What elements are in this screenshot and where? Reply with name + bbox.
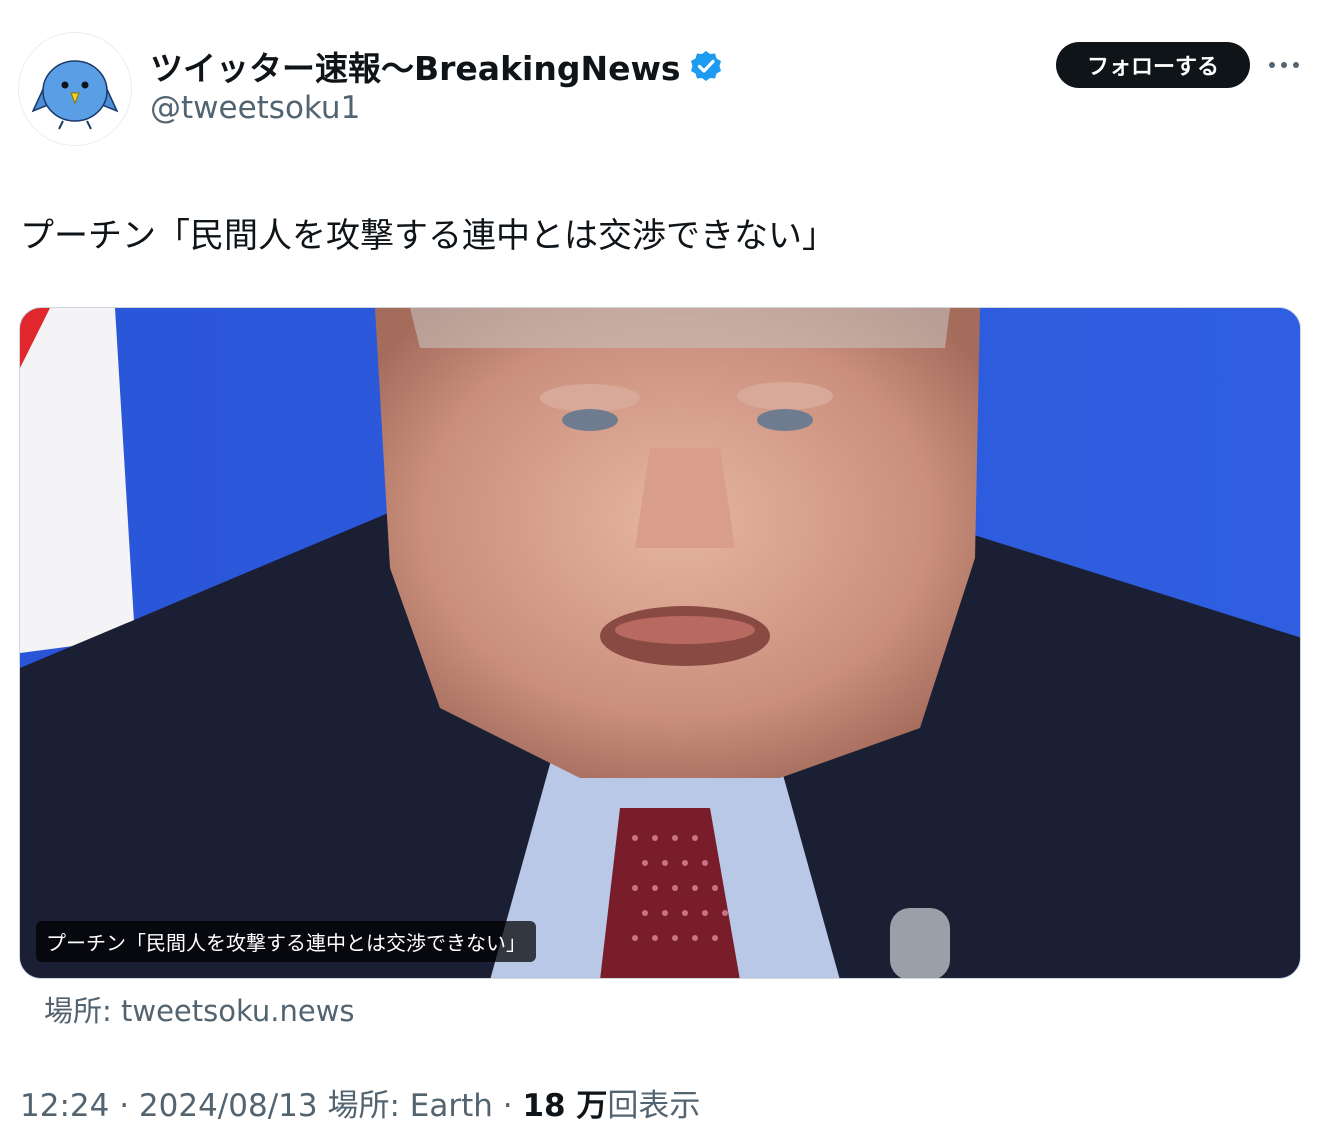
blue-bird-avatar-icon — [19, 33, 131, 145]
views-label: 回表示 — [607, 1088, 701, 1124]
account-handle[interactable]: @tweetsoku1 — [150, 90, 360, 126]
follow-button[interactable]: フォローする — [1056, 42, 1250, 88]
display-name-text: ツイッター速報〜BreakingNews — [150, 49, 681, 88]
tweet-time[interactable]: 12:24 — [20, 1088, 109, 1124]
tweet-text: プーチン「民間人を攻撃する連中とは交渉できない」 — [20, 216, 836, 256]
tweet-meta: 12:24 · 2024/08/13 場所: Earth · 18 万回表示 — [20, 1080, 700, 1125]
card-source-link[interactable]: 場所: tweetsoku.news — [44, 988, 355, 1030]
news-photo — [20, 308, 1300, 978]
tweet-location: 場所: Earth — [317, 1088, 493, 1124]
meta-separator: · — [492, 1088, 523, 1124]
account-avatar[interactable] — [18, 32, 132, 146]
account-display-name[interactable]: ツイッター速報〜BreakingNews — [150, 42, 723, 90]
verified-badge-icon — [689, 49, 723, 83]
views-count[interactable]: 18 万 — [522, 1088, 607, 1124]
media-caption: プーチン「民間人を攻撃する連中とは交渉できない」 — [36, 921, 536, 962]
tweet-date[interactable]: 2024/08/13 — [139, 1088, 318, 1124]
link-card-image[interactable]: プーチン「民間人を攻撃する連中とは交渉できない」 — [19, 307, 1301, 979]
more-options-icon[interactable] — [1266, 50, 1302, 80]
meta-separator: · — [109, 1088, 139, 1124]
